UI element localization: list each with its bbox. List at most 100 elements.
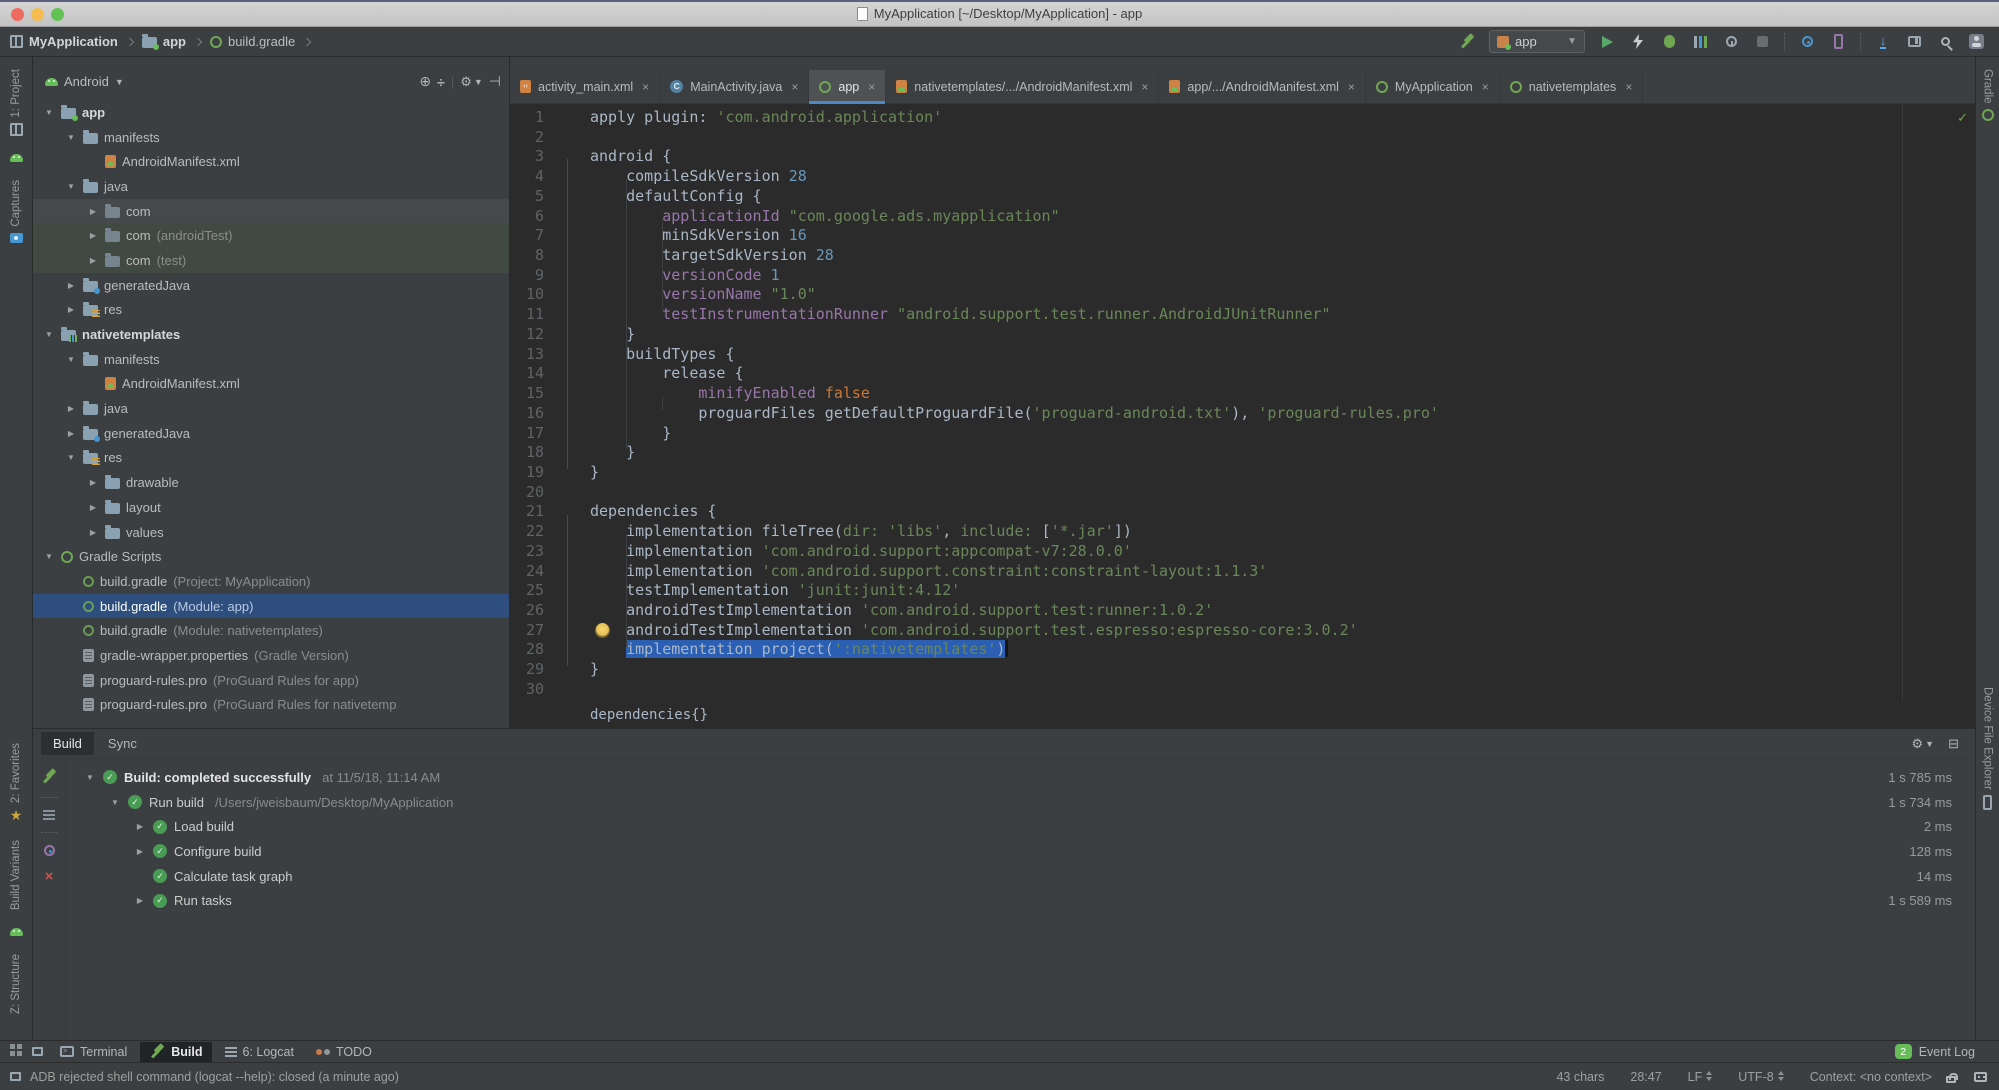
close-icon[interactable]: × bbox=[791, 80, 798, 94]
stripe-button-1-project[interactable]: 1: Project bbox=[9, 69, 23, 136]
stripe-button-gradle[interactable]: Gradle bbox=[1981, 69, 1994, 121]
tab-activity-main-xml[interactable]: ‹› activity_main.xml × bbox=[510, 70, 661, 103]
tree-item-build-gradle[interactable]: build.gradle (Module: app) bbox=[33, 593, 509, 619]
collapse-expand-button[interactable]: ÷ bbox=[437, 74, 445, 90]
apply-changes-button[interactable] bbox=[1629, 31, 1647, 53]
tree-right-arrow-icon[interactable]: ▶ bbox=[134, 847, 146, 856]
build-settings-button[interactable]: ⚙ ▼ bbox=[1912, 736, 1935, 752]
tree-item-generatedjava[interactable]: ▶ generatedJava bbox=[33, 273, 509, 298]
tree-right-arrow-icon[interactable]: ▶ bbox=[87, 256, 99, 265]
stripe-button-z-structure[interactable]: Z: Structure bbox=[10, 954, 22, 1014]
close-icon[interactable]: × bbox=[1625, 80, 1632, 94]
tree-down-arrow-icon[interactable]: ▼ bbox=[84, 773, 96, 782]
hammer-icon[interactable] bbox=[41, 769, 57, 785]
tree-item-androidmanifest-xml[interactable]: AndroidManifest.xml bbox=[33, 372, 509, 397]
close-icon[interactable]: × bbox=[1348, 80, 1355, 94]
tab-mainactivity-java[interactable]: C MainActivity.java × bbox=[660, 70, 810, 103]
status-item-utf-8[interactable]: UTF-8 bbox=[1738, 1070, 1784, 1084]
attach-debugger-button[interactable] bbox=[1722, 31, 1740, 53]
tree-down-arrow-icon[interactable]: ▼ bbox=[65, 182, 77, 191]
tree-item-res[interactable]: ▶ res bbox=[33, 298, 509, 323]
status-item-context-no-context-[interactable]: Context: <no context> bbox=[1810, 1070, 1932, 1084]
tree-item-com[interactable]: ▶ com bbox=[33, 198, 509, 224]
tree-right-arrow-icon[interactable]: ▶ bbox=[87, 478, 99, 487]
debug-button[interactable] bbox=[1660, 31, 1678, 53]
tree-item-com[interactable]: ▶ com (test) bbox=[33, 248, 509, 273]
build-row-run-build[interactable]: ▼ ✓ Run build/Users/jweisbaum/Desktop/MyAp… bbox=[66, 790, 1975, 815]
avd-manager-button[interactable] bbox=[1798, 31, 1816, 53]
toolwindow-tab-6-logcat[interactable]: 6: Logcat bbox=[216, 1042, 303, 1062]
stop-button[interactable] bbox=[1753, 31, 1771, 53]
search-everywhere-button[interactable] bbox=[1967, 31, 1985, 53]
tree-item-proguard-rules-pro[interactable]: proguard-rules.pro (ProGuard Rules for ap… bbox=[33, 668, 509, 693]
tree-down-arrow-icon[interactable]: ▼ bbox=[43, 330, 55, 339]
run-configuration-select[interactable]: app ▼ bbox=[1489, 30, 1585, 53]
run-button[interactable] bbox=[1598, 31, 1616, 53]
tool-switcher-button[interactable] bbox=[0, 1042, 30, 1061]
status-item-lf[interactable]: LF bbox=[1688, 1070, 1713, 1084]
tree-item-values[interactable]: ▶ values bbox=[33, 520, 509, 545]
status-item-28-47[interactable]: 28:47 bbox=[1630, 1070, 1661, 1084]
breadcrumb-item-app[interactable]: app bbox=[141, 34, 186, 50]
toolwindow-tab-todo[interactable]: TODO bbox=[307, 1042, 381, 1062]
breadcrumb-item-myapplication[interactable]: MyApplication bbox=[10, 34, 118, 49]
tree-right-arrow-icon[interactable]: ▶ bbox=[87, 231, 99, 240]
tree-item-proguard-rules-pro[interactable]: proguard-rules.pro (ProGuard Rules for na… bbox=[33, 693, 509, 718]
tree-down-arrow-icon[interactable]: ▼ bbox=[65, 355, 77, 364]
tree-down-arrow-icon[interactable]: ▼ bbox=[65, 133, 77, 142]
close-icon[interactable]: × bbox=[1482, 80, 1489, 94]
close-icon[interactable]: × bbox=[642, 80, 649, 94]
tree-right-arrow-icon[interactable]: ▶ bbox=[65, 404, 77, 413]
tree-down-arrow-icon[interactable]: ▼ bbox=[43, 552, 55, 561]
tree-down-arrow-icon[interactable]: ▼ bbox=[43, 108, 55, 117]
tree-item-nativetemplates[interactable]: ▼ nativetemplates bbox=[33, 322, 509, 347]
minimize-panel-button[interactable]: ⊟ bbox=[1948, 736, 1959, 752]
chevron-down-icon[interactable]: ▼ bbox=[115, 77, 124, 87]
build-row-calculate-task-graph[interactable]: ✓ Calculate task graph 14 ms bbox=[66, 864, 1975, 889]
build-panel-tab-sync[interactable]: Sync bbox=[96, 732, 149, 755]
tree-down-arrow-icon[interactable]: ▼ bbox=[109, 798, 121, 807]
tree-item-layout[interactable]: ▶ layout bbox=[33, 495, 509, 520]
tree-item-res[interactable]: ▼ res bbox=[33, 446, 509, 471]
build-row-run-tasks[interactable]: ▶ ✓ Run tasks 1 s 589 ms bbox=[66, 888, 1975, 913]
tree-item-androidmanifest-xml[interactable]: AndroidManifest.xml bbox=[33, 149, 509, 174]
toolwindow-tab-build[interactable]: Build bbox=[140, 1041, 212, 1062]
tree-item-build-gradle[interactable]: build.gradle (Module: nativetemplates) bbox=[33, 618, 509, 643]
tab-app-androidmanifest-xml[interactable]: app/.../AndroidManifest.xml × bbox=[1159, 70, 1366, 103]
close-icon[interactable]: × bbox=[1141, 80, 1148, 94]
project-settings-button[interactable]: ⚙ ▼ bbox=[460, 74, 483, 90]
breadcrumb-item-build.gradle[interactable]: build.gradle bbox=[209, 34, 295, 49]
tree-right-arrow-icon[interactable]: ▶ bbox=[87, 503, 99, 512]
tree-item-drawable[interactable]: ▶ drawable bbox=[33, 470, 509, 495]
tree-item-generatedjava[interactable]: ▶ generatedJava bbox=[33, 421, 509, 446]
tree-right-arrow-icon[interactable]: ▶ bbox=[134, 896, 146, 905]
tree-item-manifests[interactable]: ▼ manifests bbox=[33, 125, 509, 150]
find-button[interactable] bbox=[1936, 31, 1954, 53]
tree-item-java[interactable]: ▶ java bbox=[33, 396, 509, 421]
tab-nativetemplates[interactable]: nativetemplates × bbox=[1500, 70, 1644, 103]
tree-item-build-gradle[interactable]: build.gradle (Project: MyApplication) bbox=[33, 569, 509, 594]
stripe-button-device-file-explorer[interactable]: Device File Explorer bbox=[1982, 687, 1994, 810]
tree-right-arrow-icon[interactable]: ▶ bbox=[65, 305, 77, 314]
project-view-selector[interactable]: Android bbox=[64, 74, 109, 89]
tree-right-arrow-icon[interactable]: ▶ bbox=[65, 281, 77, 290]
tab-app[interactable]: app × bbox=[809, 70, 887, 104]
hide-panel-button[interactable]: ⊣ bbox=[489, 73, 501, 90]
stripe-button-android-head[interactable] bbox=[9, 153, 23, 162]
tree-item-gradle-wrapper-properties[interactable]: gradle-wrapper.properties (Gradle Version… bbox=[33, 643, 509, 668]
stripe-button-android-head[interactable] bbox=[9, 927, 23, 936]
tab-myapplication[interactable]: MyApplication × bbox=[1366, 70, 1500, 103]
build-row-build-completed-successfully[interactable]: ▼ ✓ Build: completed successfully at 11/5/1… bbox=[66, 765, 1975, 790]
intention-bulb-icon[interactable] bbox=[596, 622, 609, 636]
toolwindow-tab-terminal[interactable]: > Terminal bbox=[51, 1042, 136, 1062]
close-icon[interactable]: × bbox=[45, 868, 54, 885]
status-message[interactable]: ADB rejected shell command (logcat --hel… bbox=[30, 1070, 399, 1084]
event-log-button[interactable]: 2 Event Log bbox=[1894, 1044, 1999, 1059]
lock-icon[interactable] bbox=[1946, 1072, 1958, 1083]
locate-file-button[interactable]: ⊕ bbox=[419, 73, 431, 90]
stripe-button-2-favorites[interactable]: 2: Favorites ★ bbox=[10, 743, 23, 822]
daemon-status-icon[interactable] bbox=[1974, 1071, 1987, 1082]
filter-icon[interactable] bbox=[43, 810, 55, 820]
code-editor[interactable]: 1 apply plugin: 'com.android.application'… bbox=[510, 104, 1975, 702]
close-icon[interactable]: × bbox=[868, 80, 875, 94]
